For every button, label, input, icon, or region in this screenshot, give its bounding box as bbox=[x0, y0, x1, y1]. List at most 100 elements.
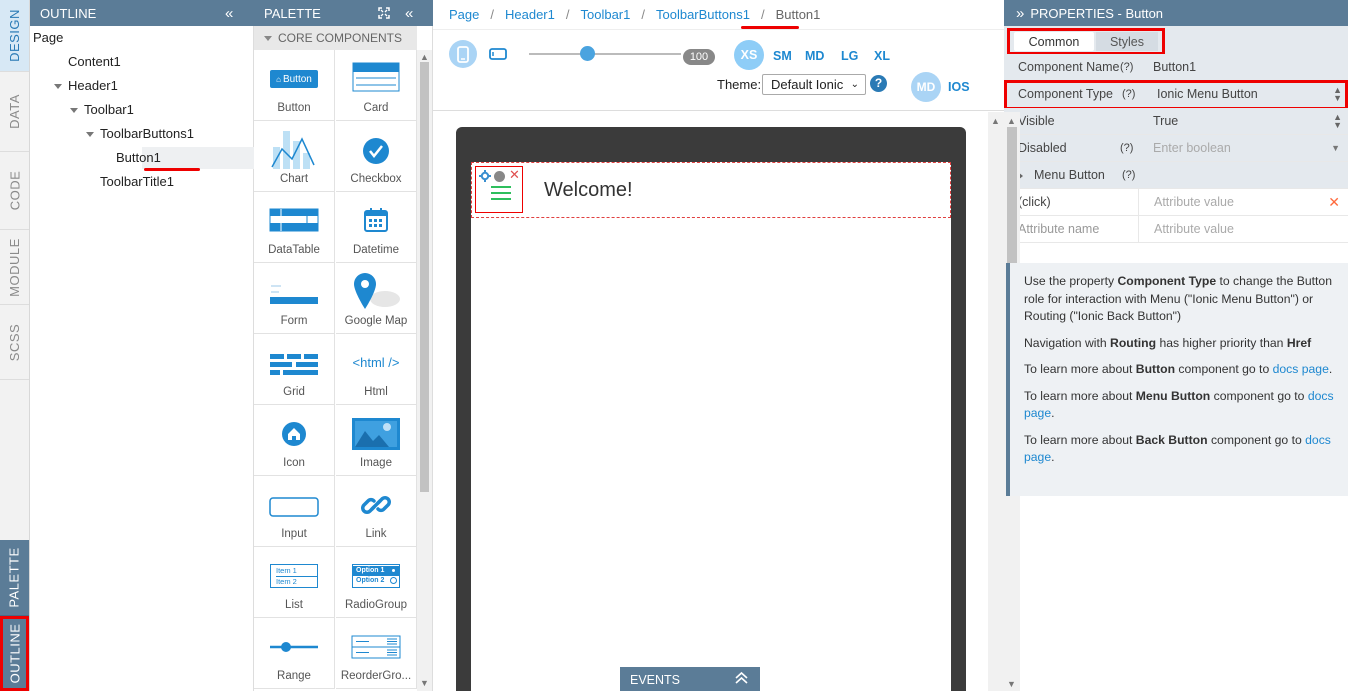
help-icon[interactable]: (?) bbox=[1120, 54, 1133, 80]
palette-scroll-thumb[interactable] bbox=[420, 62, 429, 492]
disabled-select[interactable]: Enter boolean ▼ bbox=[1138, 135, 1348, 161]
palette-item-grid[interactable]: Grid bbox=[254, 334, 335, 405]
breadcrumb-underline bbox=[741, 26, 799, 29]
tree-item-content1[interactable]: Content1 bbox=[68, 51, 121, 73]
tree-item-header1[interactable]: Header1 bbox=[54, 75, 118, 97]
tab-module[interactable]: MODULE bbox=[0, 230, 29, 305]
scroll-up-icon[interactable]: ▲ bbox=[417, 52, 432, 62]
palette-section-core[interactable]: CORE COMPONENTS bbox=[254, 26, 417, 50]
palette-item-input[interactable]: Input bbox=[254, 476, 335, 547]
size-lg-button[interactable]: LG bbox=[841, 49, 858, 63]
theme-select[interactable]: Default Ionic ⌄ bbox=[762, 74, 866, 95]
expand-properties-icon[interactable]: » bbox=[1016, 5, 1024, 22]
palette-panel: PALETTE « CORE COMPONENTS ⌂ Button Button… bbox=[254, 0, 433, 691]
breadcrumb-page[interactable]: Page bbox=[449, 7, 479, 22]
calendar-icon bbox=[363, 207, 389, 236]
palette-item-list[interactable]: Item 1 Item 2 List bbox=[254, 547, 335, 618]
attribute-name-input[interactable]: Attribute name bbox=[1018, 216, 1099, 242]
menu-icon bbox=[491, 186, 511, 200]
scroll-down-icon[interactable]: ▼ bbox=[1004, 679, 1019, 689]
tab-data[interactable]: DATA bbox=[0, 72, 29, 152]
palette-item-datatable[interactable]: DataTable bbox=[254, 192, 335, 263]
canvas-scrollbar[interactable]: ▲ bbox=[988, 112, 1004, 691]
zoom-slider-handle[interactable] bbox=[580, 46, 595, 61]
prop-menu-button[interactable]: Menu Button (?) bbox=[1004, 162, 1348, 189]
device-toolbar: 100 XS SM MD LG XL Theme: Default Ionic ⌄… bbox=[433, 31, 1004, 111]
palette-item-link[interactable]: Link bbox=[336, 476, 417, 547]
palette-item-datetime[interactable]: Datetime bbox=[336, 192, 417, 263]
palette-item-radiogroup[interactable]: Option 1 Option 2 RadioGroup bbox=[336, 547, 417, 618]
phone-landscape-icon[interactable] bbox=[489, 48, 507, 63]
device-screen[interactable]: ✕ Welcome! bbox=[471, 162, 951, 691]
outline-panel: OUTLINE « Page Content1 Header1 Toolbar1… bbox=[30, 0, 284, 691]
component-name-field[interactable]: Button1 bbox=[1138, 54, 1348, 80]
tree-item-toolbartitle1[interactable]: ToolbarTitle1 bbox=[100, 171, 174, 193]
docs-link-button[interactable]: docs page bbox=[1273, 362, 1329, 376]
mode-ios-button[interactable]: IOS bbox=[948, 80, 970, 94]
breadcrumb-toolbarbuttons1[interactable]: ToolbarButtons1 bbox=[656, 7, 750, 22]
expand-arrow-icon[interactable] bbox=[86, 132, 94, 138]
palette-item-form[interactable]: Form bbox=[254, 263, 335, 334]
palette-scrollbar[interactable]: ▲ ▼ bbox=[417, 50, 432, 691]
zoom-slider-track[interactable] bbox=[529, 53, 681, 55]
size-xl-button[interactable]: XL bbox=[874, 49, 890, 63]
collapse-outline-icon[interactable]: « bbox=[225, 0, 233, 26]
palette-item-google-map[interactable]: Google Map bbox=[336, 263, 417, 334]
remove-icon[interactable]: ✕ bbox=[1328, 189, 1340, 215]
tree-item-button1[interactable]: Button1 bbox=[116, 147, 161, 169]
palette-item-html[interactable]: <html /> Html bbox=[336, 334, 417, 405]
tree-item-page[interactable]: Page bbox=[33, 27, 63, 49]
scroll-up-icon[interactable]: ▲ bbox=[1004, 116, 1019, 126]
size-xs-button[interactable]: XS bbox=[734, 40, 764, 70]
chart-icon bbox=[270, 129, 318, 174]
palette-item-card[interactable]: Card bbox=[336, 50, 417, 121]
expand-arrow-icon[interactable] bbox=[54, 84, 62, 90]
collapse-palette-icon[interactable]: « bbox=[405, 0, 413, 26]
help-icon[interactable]: (?) bbox=[1120, 135, 1133, 161]
help-icon[interactable]: (?) bbox=[1122, 162, 1135, 188]
size-sm-button[interactable]: SM bbox=[773, 49, 792, 63]
expand-arrow-icon[interactable] bbox=[70, 108, 78, 114]
scroll-down-icon[interactable]: ▼ bbox=[417, 678, 432, 688]
events-panel-toggle[interactable]: EVENTS bbox=[620, 667, 760, 691]
copy-icon[interactable] bbox=[494, 171, 505, 182]
prop-disabled: Disabled (?) Enter boolean ▼ bbox=[1004, 135, 1348, 162]
palette-item-button[interactable]: ⌂ Button Button bbox=[254, 50, 335, 121]
input-icon bbox=[269, 496, 319, 521]
gear-icon[interactable] bbox=[479, 170, 491, 185]
palette-item-checkbox[interactable]: Checkbox bbox=[336, 121, 417, 192]
theme-label: Theme: bbox=[717, 77, 762, 92]
attribute-value-input[interactable]: Attribute value bbox=[1138, 216, 1348, 242]
tree-item-toolbarbuttons1[interactable]: ToolbarButtons1 bbox=[86, 123, 194, 145]
palette-item-icon[interactable]: Icon bbox=[254, 405, 335, 476]
tab-palette[interactable]: PALETTE bbox=[0, 540, 29, 616]
palette-item-chart[interactable]: Chart bbox=[254, 121, 335, 192]
palette-header: PALETTE « bbox=[254, 0, 433, 26]
tab-code[interactable]: CODE bbox=[0, 152, 29, 230]
close-icon[interactable]: ✕ bbox=[509, 167, 520, 183]
palette-item-image[interactable]: Image bbox=[336, 405, 417, 476]
breadcrumb-current: Button1 bbox=[775, 7, 821, 22]
visible-select[interactable]: True ▲ ▼ bbox=[1138, 108, 1348, 134]
size-md-button[interactable]: MD bbox=[805, 49, 824, 63]
click-value-input[interactable]: Attribute value bbox=[1138, 189, 1348, 215]
tab-outline[interactable]: OUTLINE bbox=[0, 616, 29, 691]
help-icon[interactable]: ? bbox=[870, 75, 887, 92]
image-icon bbox=[351, 417, 401, 454]
mode-md-button[interactable]: MD bbox=[911, 72, 941, 102]
fullscreen-icon[interactable] bbox=[378, 0, 390, 26]
palette-item-reordergroup[interactable]: ReorderGro... bbox=[336, 618, 417, 689]
tab-scss[interactable]: SCSS bbox=[0, 305, 29, 380]
breadcrumb-toolbar1[interactable]: Toolbar1 bbox=[581, 7, 631, 22]
tab-design[interactable]: DESIGN bbox=[0, 0, 29, 72]
menu-button[interactable]: ✕ bbox=[475, 166, 523, 213]
collapse-section-icon[interactable] bbox=[264, 35, 272, 41]
scroll-up-icon[interactable]: ▲ bbox=[988, 116, 1003, 126]
tree-item-toolbar1[interactable]: Toolbar1 bbox=[70, 99, 134, 121]
header-toolbar[interactable]: ✕ Welcome! bbox=[471, 162, 951, 218]
palette-item-range[interactable]: Range bbox=[254, 618, 335, 689]
component-type-highlight bbox=[1004, 80, 1348, 110]
phone-portrait-icon[interactable] bbox=[449, 40, 477, 68]
header-title: Welcome! bbox=[544, 179, 633, 201]
breadcrumb-header1[interactable]: Header1 bbox=[505, 7, 555, 22]
